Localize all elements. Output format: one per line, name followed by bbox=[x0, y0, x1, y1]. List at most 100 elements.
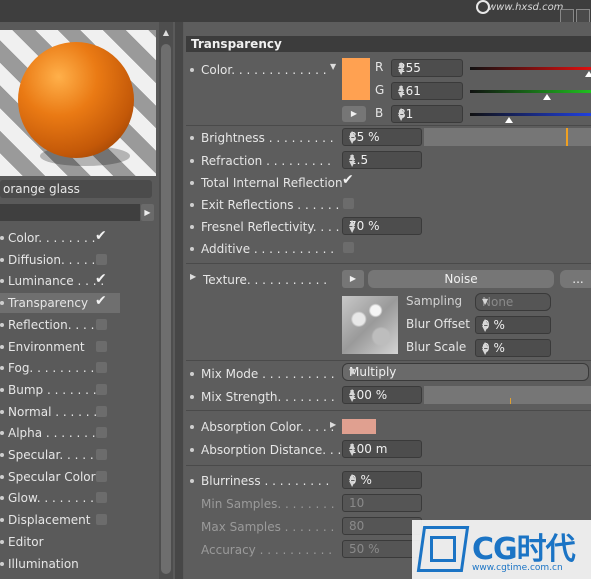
channel-item[interactable]: Specular. . . . . bbox=[0, 445, 120, 465]
keyframe-dot-icon[interactable] bbox=[190, 372, 194, 376]
brightness-slider[interactable] bbox=[424, 128, 591, 146]
keyframe-dot-icon[interactable] bbox=[190, 225, 194, 229]
brightness-slider-handle[interactable] bbox=[566, 128, 568, 146]
channel-item[interactable]: Specular Color bbox=[0, 467, 120, 487]
keyframe-dot-icon[interactable] bbox=[190, 203, 194, 207]
absorption-color-swatch[interactable] bbox=[342, 419, 376, 434]
channel-item[interactable]: Editor bbox=[0, 532, 120, 552]
keyframe-dot-icon[interactable] bbox=[190, 425, 194, 429]
keyframe-dot-icon[interactable] bbox=[190, 395, 194, 399]
g-slider-handle[interactable] bbox=[543, 94, 551, 100]
material-selector-arrow-icon[interactable]: ▶ bbox=[141, 204, 154, 221]
logo-text: CG时代 bbox=[472, 532, 576, 567]
texture-menu-button[interactable]: ▶ bbox=[342, 270, 364, 288]
keyframe-dot-icon[interactable] bbox=[190, 159, 194, 163]
channel-item[interactable]: Diffusion. . . . . bbox=[0, 250, 120, 270]
channel-item[interactable]: Fog. . . . . . . . . bbox=[0, 358, 120, 378]
scroll-up-icon[interactable]: ▲ bbox=[160, 28, 172, 42]
window-add-button[interactable] bbox=[576, 9, 590, 23]
panel-divider[interactable] bbox=[175, 22, 183, 579]
mix-mode-dropdown[interactable]: Multiply ▼ bbox=[342, 363, 589, 381]
color-picker-button[interactable]: ▶ bbox=[342, 106, 366, 122]
b-gradient-slider[interactable] bbox=[470, 113, 591, 116]
texture-preview[interactable] bbox=[342, 296, 398, 354]
blur-offset-field[interactable]: 0 % ▲ ▼ bbox=[475, 316, 551, 334]
spinner-icon[interactable]: ▲ ▼ bbox=[398, 107, 458, 122]
spinner-icon[interactable]: ▲ ▼ bbox=[349, 153, 417, 168]
scroll-thumb[interactable] bbox=[161, 44, 171, 574]
chevron-down-icon: ▼ bbox=[349, 367, 356, 376]
channel-checkbox[interactable] bbox=[96, 319, 107, 330]
spinner-icon[interactable]: ▲ ▼ bbox=[349, 130, 417, 145]
absorption-expand-icon[interactable]: ▶ bbox=[330, 420, 336, 429]
spinner-icon[interactable]: ▲ ▼ bbox=[349, 442, 417, 457]
texture-shader-button[interactable]: Noise bbox=[368, 270, 554, 288]
fresnel-field[interactable]: 70 % ▲ ▼ bbox=[342, 217, 422, 235]
material-preview[interactable] bbox=[0, 30, 156, 176]
channel-item[interactable]: Bump . . . . . . . bbox=[0, 380, 120, 400]
keyframe-dot-icon[interactable] bbox=[190, 479, 194, 483]
channel-checkbox[interactable] bbox=[96, 341, 107, 352]
exit-reflections-checkbox[interactable] bbox=[343, 198, 354, 209]
channel-checkbox[interactable] bbox=[96, 514, 107, 525]
sampling-dropdown[interactable]: None ▼ bbox=[475, 293, 551, 311]
spinner-icon[interactable]: ▲ ▼ bbox=[349, 388, 417, 403]
keyframe-dot-icon[interactable] bbox=[190, 448, 194, 452]
keyframe-dot-icon[interactable] bbox=[190, 136, 194, 140]
blur-scale-field[interactable]: 0 % ▲ ▼ bbox=[475, 339, 551, 357]
channel-checkbox[interactable] bbox=[96, 362, 107, 373]
color-expand-icon[interactable]: ▼ bbox=[330, 62, 336, 71]
channel-checkbox[interactable] bbox=[96, 449, 107, 460]
channel-item[interactable]: Transparency ✔ bbox=[0, 293, 120, 313]
b-slider-handle[interactable] bbox=[505, 117, 513, 123]
keyframe-dot-icon[interactable] bbox=[190, 181, 194, 185]
channel-checkbox[interactable] bbox=[96, 384, 107, 395]
absorption-distance-field[interactable]: 100 m ▲ ▼ bbox=[342, 440, 422, 458]
g-field[interactable]: 161 ▲ ▼ bbox=[391, 82, 463, 100]
channel-checkbox[interactable] bbox=[96, 406, 107, 417]
refraction-field[interactable]: 1.5 ▲ ▼ bbox=[342, 151, 422, 169]
texture-expand-icon[interactable]: ▶ bbox=[190, 272, 196, 281]
window-restore-button[interactable] bbox=[560, 9, 574, 23]
r-slider-handle[interactable] bbox=[585, 71, 591, 77]
texture-more-button[interactable]: ... bbox=[560, 270, 591, 288]
channel-item[interactable]: Glow. . . . . . . . bbox=[0, 488, 120, 508]
b-field[interactable]: 81 ▲ ▼ bbox=[391, 105, 463, 123]
material-name-field[interactable]: orange glass bbox=[0, 180, 152, 198]
spinner-icon[interactable]: ▲ ▼ bbox=[482, 318, 546, 333]
r-gradient-slider[interactable] bbox=[470, 67, 591, 70]
channel-checkbox[interactable] bbox=[96, 254, 107, 265]
mix-strength-field[interactable]: 100 % ▲ ▼ bbox=[342, 386, 422, 404]
channel-checkbox-checked[interactable]: ✔ bbox=[95, 228, 107, 244]
brightness-field[interactable]: 85 % ▲ ▼ bbox=[342, 128, 422, 146]
material-selector[interactable] bbox=[0, 204, 140, 221]
tir-checkbox[interactable]: ✔ bbox=[342, 172, 354, 188]
channel-checkbox-checked[interactable]: ✔ bbox=[95, 271, 107, 287]
spinner-icon[interactable]: ▲ ▼ bbox=[349, 219, 417, 234]
channel-checkbox-checked[interactable]: ✔ bbox=[95, 293, 107, 309]
spinner-icon[interactable]: ▲ ▼ bbox=[398, 61, 458, 76]
g-gradient-slider[interactable] bbox=[470, 90, 591, 93]
mix-strength-slider[interactable] bbox=[424, 386, 591, 404]
spinner-icon[interactable]: ▲ ▼ bbox=[349, 473, 417, 488]
channel-checkbox[interactable] bbox=[96, 427, 107, 438]
blurriness-field[interactable]: 0 % ▲ ▼ bbox=[342, 471, 422, 489]
channel-item[interactable]: Displacement bbox=[0, 510, 120, 530]
color-swatch[interactable] bbox=[342, 58, 370, 100]
channel-item[interactable]: Luminance . . . . ✔ bbox=[0, 271, 120, 291]
channel-item[interactable]: Illumination bbox=[0, 554, 120, 574]
channel-checkbox[interactable] bbox=[96, 492, 107, 503]
spinner-icon[interactable]: ▲ ▼ bbox=[482, 341, 546, 356]
channel-item[interactable]: Color. . . . . . . . ✔ bbox=[0, 228, 120, 248]
r-field[interactable]: 255 ▲ ▼ bbox=[391, 59, 463, 77]
separator bbox=[186, 410, 591, 411]
keyframe-dot-icon[interactable] bbox=[190, 247, 194, 251]
channel-checkbox[interactable] bbox=[96, 471, 107, 482]
channel-item[interactable]: Alpha . . . . . . . bbox=[0, 423, 120, 443]
additive-checkbox[interactable] bbox=[343, 242, 354, 253]
keyframe-dot-icon[interactable] bbox=[190, 68, 194, 72]
channel-item[interactable]: Normal . . . . . . bbox=[0, 402, 120, 422]
channel-item[interactable]: Environment bbox=[0, 337, 120, 357]
channel-item[interactable]: Reflection. . . . bbox=[0, 315, 120, 335]
spinner-icon[interactable]: ▲ ▼ bbox=[398, 84, 458, 99]
